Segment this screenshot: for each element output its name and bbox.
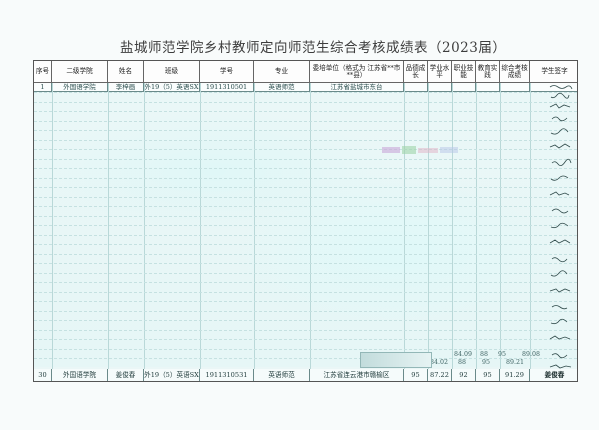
- column-divider: [428, 83, 429, 381]
- partial-practice-1: 95: [498, 351, 507, 358]
- cell-moral: 95: [404, 369, 428, 381]
- header-practice: 教育实践: [476, 61, 500, 83]
- header-skill: 职业技能: [452, 61, 476, 83]
- header-college: 二级学院: [52, 61, 108, 83]
- partial-total-1: 89.08: [522, 351, 541, 358]
- column-divider: [452, 83, 453, 381]
- faded-row-line: [34, 301, 577, 302]
- cell-total: 91.29: [500, 369, 530, 381]
- column-divider: [476, 83, 477, 381]
- scan-mark: [360, 352, 432, 368]
- cell-academic: 87.22: [428, 369, 452, 381]
- cell-class: 外19（5）英语SX: [144, 83, 200, 92]
- faded-row-line: [34, 92, 577, 93]
- table-row: 30 外国语学院 姜俊春 外19（5）英语SX 1911310531 英语师范 …: [34, 369, 577, 381]
- cell-signature: 姜俊春: [544, 371, 565, 379]
- faded-row-line: [34, 310, 577, 312]
- cell-student-id: 1911310531: [200, 369, 254, 381]
- column-divider: [500, 83, 501, 381]
- document-title: 盐城师范学院乡村教师定向师范生综合考核成绩表（2023届）: [120, 40, 507, 56]
- cell-academic: [428, 83, 452, 92]
- cell-no: 1: [34, 83, 52, 92]
- cell-college: 外国语学院: [52, 369, 108, 381]
- faded-row-line: [34, 348, 577, 350]
- faded-row-line: [34, 263, 577, 264]
- cell-skill: [452, 83, 476, 92]
- faded-row-line: [34, 168, 577, 169]
- partial-academic-2: 84.02: [430, 359, 449, 366]
- cell-practice: 95: [476, 369, 500, 381]
- header-signature: 学生签字: [530, 61, 577, 83]
- faded-row-line: [34, 234, 577, 236]
- header-total: 综合考核成绩: [500, 61, 530, 83]
- cell-name: 李梓画: [108, 83, 144, 92]
- table-row: 1 外国语学院 李梓画 外19（5）英语SX 1911310501 英语师范 江…: [34, 83, 577, 92]
- cell-unit: 江苏省连云港市赣榆区: [310, 369, 404, 381]
- faded-row-line: [34, 320, 577, 321]
- faded-scan-area: [34, 92, 577, 367]
- signature-column: [544, 83, 577, 381]
- column-divider: [108, 83, 109, 381]
- cell-major: 英语师范: [254, 369, 310, 381]
- column-divider: [310, 83, 311, 381]
- partial-practice-2: 95: [482, 359, 491, 366]
- header-student-id: 学号: [200, 61, 254, 83]
- column-divider: [52, 83, 53, 381]
- faded-row-line: [34, 206, 577, 207]
- faded-row-line: [34, 187, 577, 188]
- cell-class: 外19（5）英语SX: [144, 369, 200, 381]
- faded-row-line: [34, 101, 577, 103]
- cell-name: 姜俊春: [108, 369, 144, 381]
- partial-skill-2: 88: [458, 359, 467, 366]
- cell-no: 30: [34, 369, 52, 381]
- faded-row-line: [34, 149, 577, 150]
- handwritten-signatures: [549, 85, 573, 369]
- cell-practice: [476, 83, 500, 92]
- cell-major: 英语师范: [254, 83, 310, 92]
- faded-row-line: [34, 158, 577, 160]
- cell-moral: [404, 83, 428, 92]
- faded-row-line: [34, 282, 577, 283]
- faded-row-line: [34, 215, 577, 217]
- faded-row-line: [34, 339, 577, 340]
- faded-row-line: [34, 291, 577, 293]
- cell-unit: 江苏省盐城市东台: [310, 83, 404, 92]
- cell-skill: 92: [452, 369, 476, 381]
- scan-artifact: [382, 146, 458, 154]
- faded-row-line: [34, 111, 577, 112]
- faded-row-line: [34, 120, 577, 122]
- header-unit: 委培单位（格式为 江苏省**市**县）: [310, 61, 404, 83]
- partial-skill-1: 88: [480, 351, 489, 358]
- partial-total-2: 89.21: [506, 359, 525, 366]
- column-divider: [144, 83, 145, 381]
- partial-academic-1: 84.09: [454, 351, 473, 358]
- cell-student-id: 1911310501: [200, 83, 254, 92]
- faded-row-line: [34, 130, 577, 131]
- header-academic: 学业水平: [428, 61, 452, 83]
- column-divider: [200, 83, 201, 381]
- faded-row-line: [34, 196, 577, 198]
- column-divider: [404, 83, 405, 381]
- faded-row-line: [34, 177, 577, 179]
- faded-row-line: [34, 253, 577, 255]
- cell-total: [500, 83, 530, 92]
- header-class: 班级: [144, 61, 200, 83]
- faded-row-line: [34, 244, 577, 245]
- faded-row-line: [34, 358, 577, 359]
- column-divider: [254, 83, 255, 381]
- faded-row-line: [34, 272, 577, 274]
- column-divider: [530, 83, 531, 381]
- header-major: 专业: [254, 61, 310, 83]
- cell-college: 外国语学院: [52, 83, 108, 92]
- faded-row-line: [34, 225, 577, 226]
- header-no: 序号: [34, 61, 52, 83]
- faded-row-line: [34, 329, 577, 331]
- score-table: 序号 二级学院 姓名 班级 学号 专业 委培单位（格式为 江苏省**市**县） …: [33, 60, 578, 382]
- header-name: 姓名: [108, 61, 144, 83]
- scanned-page: 盐城师范学院乡村教师定向师范生综合考核成绩表（2023届） 序号 二级学院 姓名…: [0, 0, 599, 430]
- header-moral: 品德成长: [404, 61, 428, 83]
- faded-row-line: [34, 139, 577, 141]
